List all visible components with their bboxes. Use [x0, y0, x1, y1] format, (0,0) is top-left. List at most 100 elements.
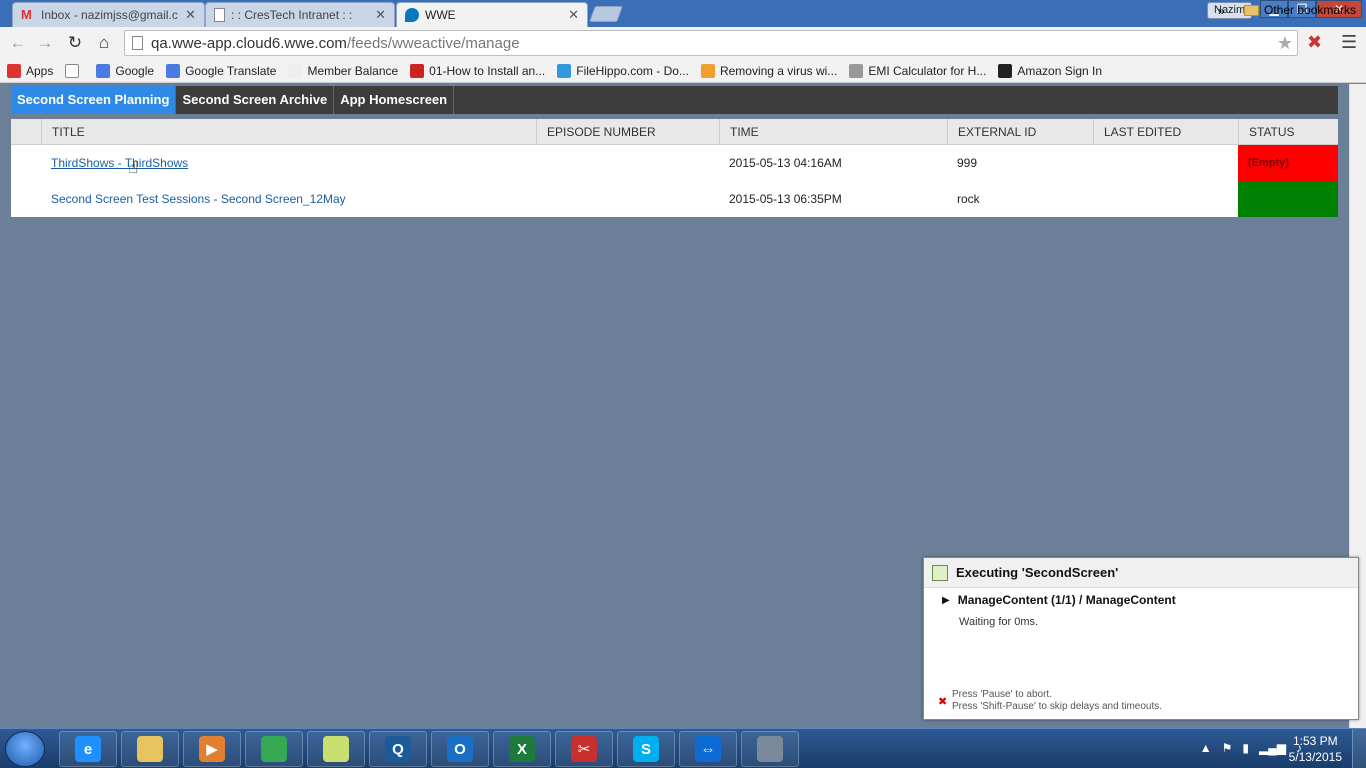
- status-badge: (Empty): [1238, 145, 1338, 181]
- tab-title: : : CresTech Intranet : :: [231, 8, 353, 22]
- start-button[interactable]: [5, 731, 45, 767]
- apps-grid-icon: [7, 63, 21, 78]
- tab-title: WWE: [425, 8, 456, 22]
- execution-header: Executing 'SecondScreen': [924, 558, 1358, 588]
- amazon-icon: [998, 63, 1013, 78]
- bookmark-item[interactable]: [65, 63, 84, 78]
- bookmark-label: Removing a virus wi...: [719, 63, 838, 78]
- taskbar-app-outlook[interactable]: O: [431, 731, 489, 767]
- new-tab-button[interactable]: [589, 6, 623, 22]
- col-episode[interactable]: EPISODE NUMBER: [536, 119, 656, 145]
- hint-shift-pause: Press 'Shift-Pause' to skip delays and t…: [952, 701, 1163, 712]
- clock[interactable]: 1:53 PM 5/13/2015: [1289, 733, 1342, 765]
- show-desktop-button[interactable]: [1352, 729, 1366, 768]
- taskbar-app-sticky-notes[interactable]: [307, 731, 365, 767]
- file-explorer-icon: [137, 736, 163, 762]
- other-bookmarks-label: Other bookmarks: [1264, 3, 1357, 17]
- row-title-link[interactable]: ThirdShows - ThirdShows: [41, 145, 188, 181]
- execution-wait: Waiting for 0ms.: [959, 616, 1039, 628]
- chrome-icon: [261, 736, 287, 762]
- taskbar-app-excel[interactable]: X: [493, 731, 551, 767]
- execution-popup: Executing 'SecondScreen' ▶ ManageContent…: [923, 557, 1359, 720]
- tab-gmail[interactable]: M Inbox - nazimjss@gmail.c ✕: [12, 2, 205, 27]
- col-title[interactable]: TITLE: [41, 119, 85, 145]
- tray-expand-icon[interactable]: ▲: [1200, 741, 1212, 755]
- clock-date: 5/13/2015: [1288, 750, 1342, 764]
- reload-button[interactable]: ↻: [64, 32, 86, 54]
- bookmark-item[interactable]: 01-How to Install an...: [410, 63, 545, 78]
- grid-header: TITLE EPISODE NUMBER TIME EXTERNAL ID LA…: [11, 119, 1338, 145]
- blank-page-icon: [65, 63, 80, 78]
- tab-title: Inbox - nazimjss@gmail.c: [41, 8, 178, 22]
- row-external-id: 999: [957, 156, 978, 170]
- sticky-notes-icon: [323, 736, 349, 762]
- extension-icon[interactable]: ✖: [1307, 32, 1322, 53]
- bookmark-item[interactable]: EMI Calculator for H...: [849, 63, 987, 78]
- taskbar-app-media-player[interactable]: ▶: [183, 731, 241, 767]
- google-icon: [96, 63, 111, 78]
- col-external-id[interactable]: EXTERNAL ID: [947, 119, 1036, 145]
- taskbar-app-skype[interactable]: S: [617, 731, 675, 767]
- bookmarks-bar: Apps Google Google Translate Member Balance…: [0, 59, 1366, 83]
- url-host: qa.wwe-app.cloud6.wwe.com: [151, 34, 347, 52]
- bookmark-star-icon[interactable]: ★: [1277, 33, 1293, 54]
- taskbar-app-tools-app[interactable]: ✂: [555, 731, 613, 767]
- abort-icon: ✖: [938, 696, 948, 708]
- back-button[interactable]: ←: [7, 32, 29, 54]
- bookmark-label: EMI Calculator for H...: [868, 63, 987, 78]
- tools-app-icon: ✂: [571, 736, 597, 762]
- hint-pause: Press 'Pause' to abort.: [952, 689, 1052, 700]
- app-nav: Second Screen Planning Second Screen Arch…: [11, 86, 1338, 114]
- col-status[interactable]: STATUS: [1238, 119, 1295, 145]
- bookmarks-overflow[interactable]: »: [1218, 4, 1225, 18]
- tab-wwe[interactable]: WWE ✕: [396, 2, 588, 27]
- bookmark-label: Google Translate: [185, 63, 277, 78]
- drupal-icon: [405, 8, 419, 22]
- battery-icon[interactable]: ▮: [1242, 741, 1249, 755]
- nav-tab[interactable]: Second Screen Planning: [11, 86, 177, 114]
- media-player-icon: ▶: [199, 736, 225, 762]
- bookmark-item[interactable]: Apps: [7, 63, 53, 78]
- taskbar-app-file-explorer[interactable]: [121, 731, 179, 767]
- action-center-icon[interactable]: ⚑: [1222, 741, 1233, 755]
- row-title-link[interactable]: Second Screen Test Sessions - Second Scr…: [41, 181, 346, 217]
- teamviewer-icon: ⇔: [695, 736, 721, 762]
- nav-tab[interactable]: App Homescreen: [334, 86, 455, 114]
- play-icon: ▶: [942, 594, 950, 606]
- col-last-edited[interactable]: LAST EDITED: [1093, 119, 1181, 145]
- filehippo-icon: [557, 63, 572, 78]
- chat-app-icon: Q: [385, 736, 411, 762]
- bookmark-item[interactable]: Member Balance: [288, 63, 398, 78]
- virus-icon: [700, 63, 715, 78]
- network-icon[interactable]: ▂▄▆: [1259, 741, 1286, 755]
- taskbar-app-teamviewer[interactable]: ⇔: [679, 731, 737, 767]
- forward-button[interactable]: →: [34, 32, 56, 54]
- execution-title: Executing 'SecondScreen': [956, 565, 1119, 580]
- window-app-icon: [757, 736, 783, 762]
- tab-intranet[interactable]: : : CresTech Intranet : : ✕: [205, 2, 395, 27]
- execution-step-label: ManageContent (1/1) / ManageContent: [957, 593, 1176, 607]
- browser-tabstrip: M Inbox - nazimjss@gmail.c ✕ : : CresTec…: [0, 0, 1366, 27]
- bookmark-item[interactable]: Removing a virus wi...: [700, 63, 838, 78]
- close-tab-icon[interactable]: ✕: [568, 7, 579, 23]
- taskbar-app-window-app[interactable]: [741, 731, 799, 767]
- bookmark-item[interactable]: Amazon Sign In: [998, 63, 1103, 78]
- taskbar-app-internet-explorer[interactable]: e: [59, 731, 117, 767]
- bookmark-item[interactable]: Google Translate: [166, 63, 277, 78]
- bookmark-item[interactable]: FileHippo.com - Do...: [557, 63, 689, 78]
- address-bar[interactable]: qa.wwe-app.cloud6.wwe.com/feeds/wweactiv…: [124, 30, 1298, 56]
- menu-icon[interactable]: ☰: [1341, 32, 1357, 53]
- other-bookmarks[interactable]: Other bookmarks: [1244, 3, 1356, 17]
- taskbar-app-chat-app[interactable]: Q: [369, 731, 427, 767]
- bookmark-label: Amazon Sign In: [1017, 63, 1103, 78]
- col-time[interactable]: TIME: [719, 119, 759, 145]
- table-row: Second Screen Test Sessions - Second Scr…: [11, 181, 1338, 217]
- nav-tab[interactable]: Second Screen Archive: [176, 86, 335, 114]
- home-button[interactable]: ⌂: [93, 32, 115, 54]
- close-tab-icon[interactable]: ✕: [185, 7, 196, 23]
- taskbar-app-chrome[interactable]: [245, 731, 303, 767]
- internet-explorer-icon: e: [75, 736, 101, 762]
- windows-taskbar: e ▶ Q O X ✂ S ⇔ ▲ ⚑ ▮ ▂▄▆ ♪ 1:53 PM 5/13/2015: [0, 728, 1366, 768]
- close-tab-icon[interactable]: ✕: [375, 7, 386, 23]
- bookmark-item[interactable]: Google: [96, 63, 154, 78]
